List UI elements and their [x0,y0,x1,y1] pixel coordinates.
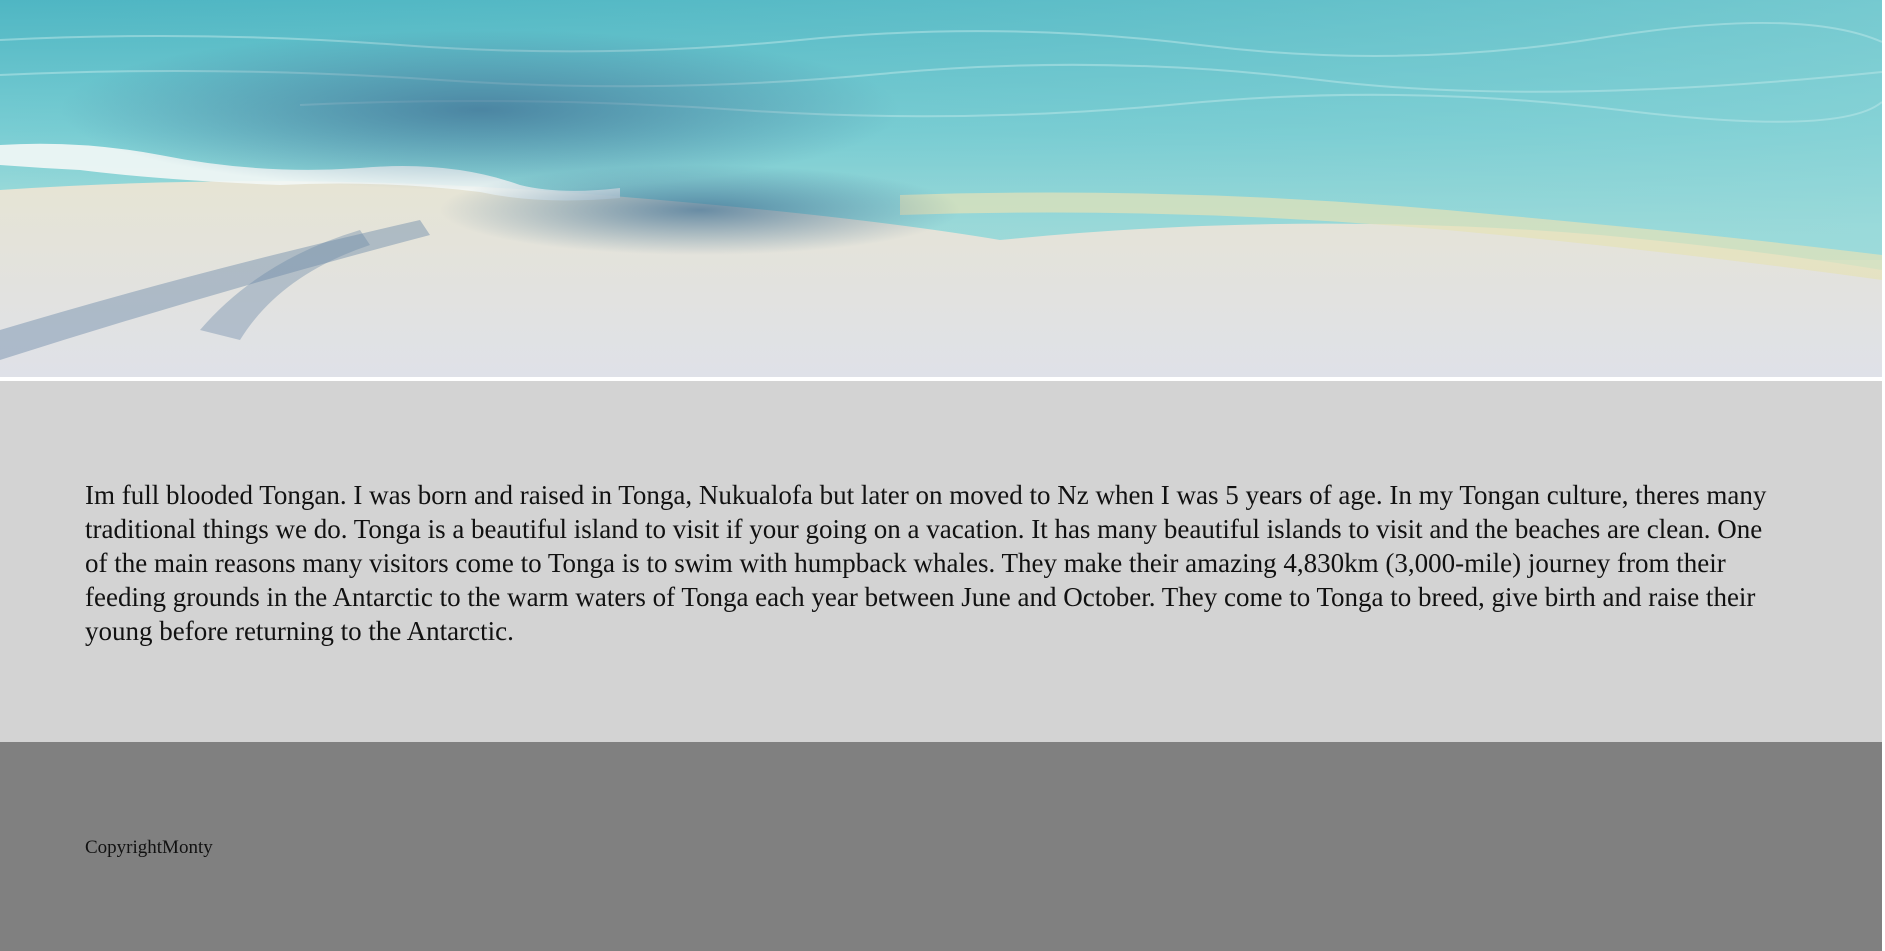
page: Im full blooded Tongan. I was born and r… [0,0,1885,951]
copyright-text: CopyrightMonty [85,837,213,858]
main-content: Im full blooded Tongan. I was born and r… [0,381,1882,742]
hero-beach-image [0,0,1882,377]
footer: CopyrightMonty [0,742,1882,951]
about-paragraph: Im full blooded Tongan. I was born and r… [85,480,1767,646]
